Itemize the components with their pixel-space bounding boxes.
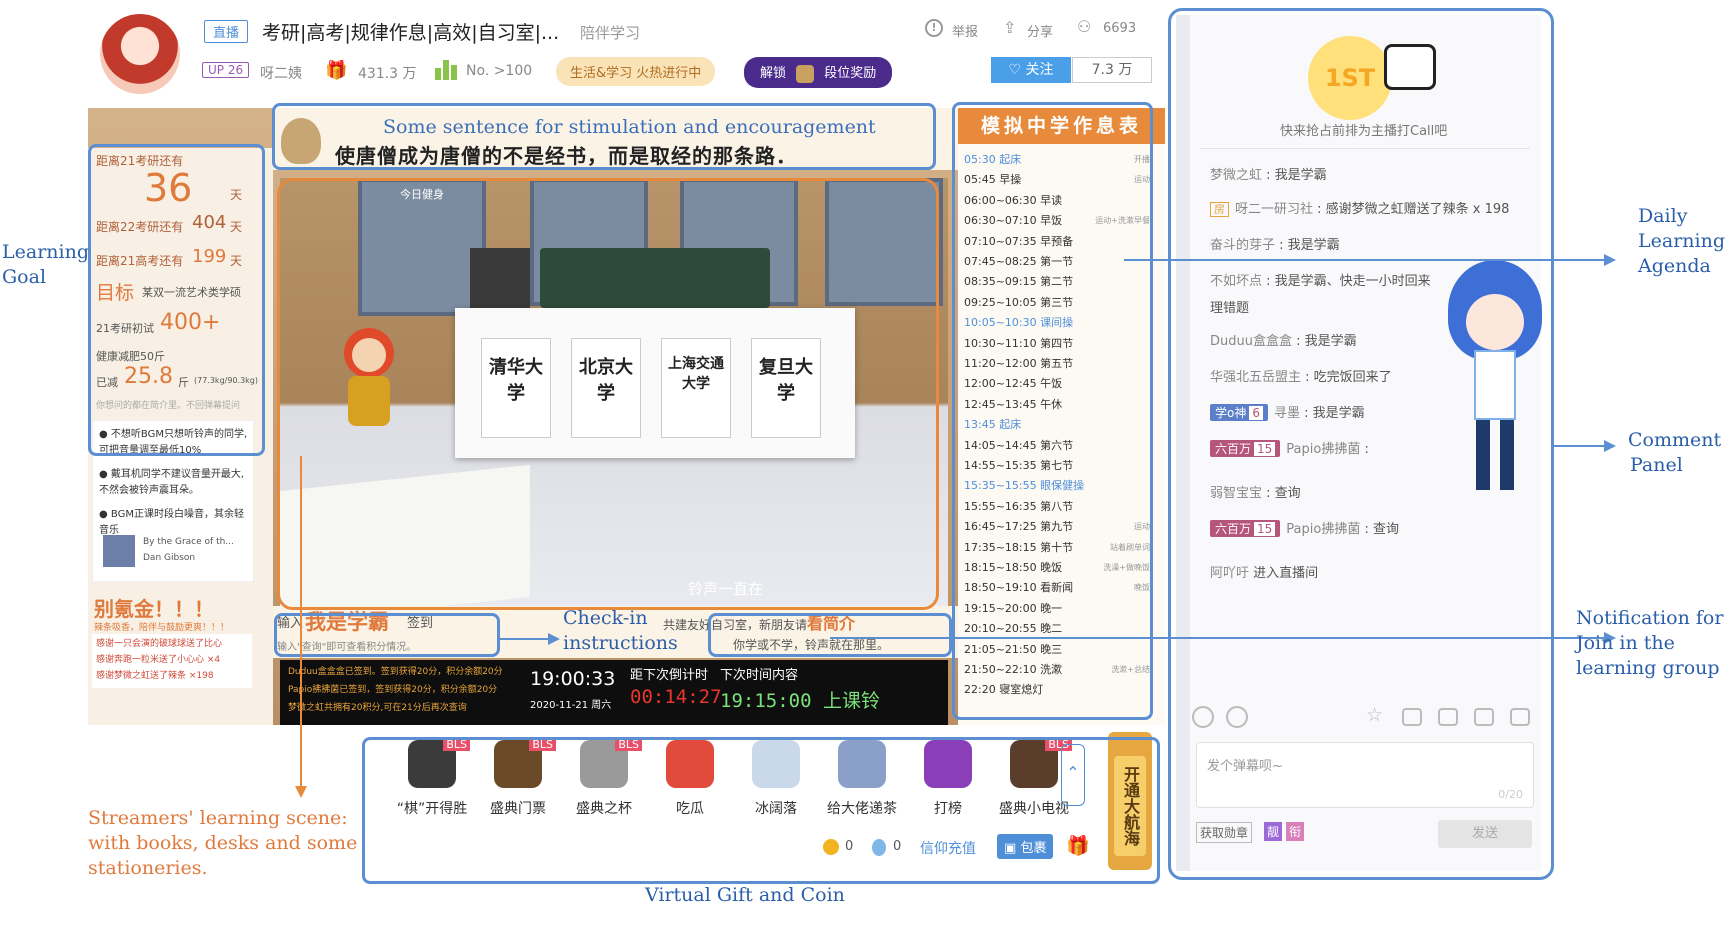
rank-value: No. >100	[466, 63, 533, 79]
gift-value: 431.3 万	[358, 66, 417, 82]
music-artist: Dan Gibson	[143, 553, 196, 563]
checkin-connector	[500, 638, 552, 640]
agenda-arrow	[1604, 254, 1616, 266]
annotation-learning-goal-line2: Goal	[2, 266, 47, 288]
room-title: 考研|高考|规律作息|高效|自习室|...	[262, 22, 560, 44]
activity-pill[interactable]: 生活&学习 火热进行中	[556, 57, 716, 86]
unlock-label: 解锁	[760, 66, 787, 81]
medal-icon	[796, 64, 815, 83]
learning-goal-box	[88, 144, 265, 456]
heart-icon: ♡	[1008, 62, 1022, 78]
cheer-text: 别氪金！！！	[94, 597, 214, 621]
viewers-icon: ⚇	[1077, 17, 1092, 36]
annotation-notification-line3: learning group	[1576, 657, 1720, 679]
viewer-count: 6693	[1103, 21, 1137, 36]
annotation-learning-goal: Learning Goal	[2, 240, 89, 290]
annotation-notification-line2: Join in the	[1576, 632, 1675, 654]
share-button[interactable]: 分享	[1027, 21, 1053, 40]
music-title: By the Grace of th...	[143, 537, 234, 547]
tip-3-text: BGM正课时段白噪音，其余轻音乐	[99, 509, 244, 536]
countdown-value: 00:14:27	[630, 686, 722, 708]
unlock-reward-button[interactable]: 解锁 段位奖励	[744, 57, 893, 88]
annotation-comment-panel: Comment Panel	[1628, 428, 1721, 478]
thanks-2: 感谢奔跑一粒米送了小心心 ×4	[96, 655, 221, 665]
next-value: 19:15:00 上课铃	[720, 690, 880, 712]
report-button[interactable]: 举报	[952, 21, 978, 40]
scene-connector	[300, 456, 302, 788]
annotation-comment-line2: Panel	[1630, 454, 1683, 476]
annotation-checkin-line1: Check-in	[563, 607, 648, 629]
cheer-sub: 辣条吸香，陪伴与鼓励更爽！！！	[94, 623, 230, 633]
annotation-checkin-line2: instructions	[563, 632, 678, 654]
report-icon[interactable]: !	[925, 19, 943, 37]
annotation-gift: Virtual Gift and Coin	[645, 884, 845, 906]
tip-2: ● 戴耳机同学不建议音量开最大,不然会被铃声震耳朵。	[99, 469, 245, 496]
share-icon[interactable]: ⇪	[1003, 18, 1016, 37]
up-level-badge: UP 26	[202, 62, 250, 78]
clock-time: 19:00:33	[530, 668, 616, 690]
comment-arrow	[1604, 440, 1616, 452]
checkin-arrow	[548, 633, 560, 645]
streamer-name[interactable]: 呀二姨	[260, 63, 302, 83]
live-tag: 直播	[204, 20, 249, 43]
thanks-1: 感谢一只会演的破球球送了比心	[96, 639, 223, 649]
annotation-scene-line1: Streamers' learning scene:	[88, 807, 348, 829]
follower-count: 7.3 万	[1072, 57, 1152, 83]
unlock-reward-label: 段位奖励	[824, 66, 877, 81]
countdown-label: 距下次倒计时	[630, 668, 709, 683]
annotation-notification: Notification for Join in the learning gr…	[1576, 606, 1723, 681]
annotation-scene-line3: stationeries.	[88, 857, 208, 879]
log-3: 梦微之虹共拥有20积分,可在21分后再次查询	[288, 703, 467, 713]
comment-panel-box	[1168, 8, 1554, 880]
rank-icon	[435, 60, 457, 80]
annotation-scene-line2: with books, desks and some	[88, 832, 358, 854]
room-subtitle: 陪伴学习	[580, 24, 641, 42]
agenda-connector	[1124, 259, 1612, 261]
learning-scene-box	[277, 178, 939, 610]
annotation-checkin: Check-in instructions	[563, 606, 678, 656]
schedule-box	[952, 102, 1153, 720]
tip-2-text: 戴耳机同学不建议音量开最大,不然会被铃声震耳朵。	[99, 469, 245, 496]
annotation-learning-goal-line1: Learning	[2, 241, 89, 263]
checkin-box	[274, 613, 500, 657]
stream-info-bar: Duduu盒盒盒已签到。签到获得20分，积分余额20分 Papio拂拂菌已签到，…	[280, 660, 948, 725]
thanks-3: 感谢梦微之虹送了辣条 ×198	[96, 671, 214, 681]
gift-icon: 🎁	[325, 60, 348, 81]
annotation-notification-line1: Notification for	[1576, 607, 1724, 629]
log-2: Papio拂拂菌已签到，签到获得20分，积分余额20分	[288, 685, 498, 695]
follow-button[interactable]: ♡ 关注	[991, 57, 1071, 83]
next-label: 下次时间内容	[720, 668, 799, 683]
annotation-daily-agenda: Daily Learning Agenda	[1638, 204, 1725, 279]
log-1: Duduu盒盒盒已签到。签到获得20分，积分余额20分	[288, 667, 503, 677]
annotation-agenda-line2: Learning	[1638, 230, 1725, 252]
thanks-list: 感谢一只会演的破球球送了比心 感谢奔跑一粒米送了小心心 ×4 感谢梦微之虹送了辣…	[92, 634, 252, 688]
clock-date: 2020-11-21 周六	[530, 700, 612, 711]
gift-box	[362, 737, 1160, 884]
streamer-avatar[interactable]	[100, 14, 180, 94]
scene-arrow	[295, 786, 307, 798]
notification-connector	[830, 637, 1612, 639]
album-cover	[103, 535, 135, 567]
follow-label: 关注	[1025, 62, 1054, 78]
annotation-scene: Streamers' learning scene: with books, d…	[88, 806, 357, 881]
annotation-agenda-line3: Agenda	[1638, 255, 1711, 277]
annotation-comment-line1: Comment	[1628, 429, 1722, 451]
motto-box	[272, 103, 936, 170]
notification-box	[708, 613, 952, 657]
annotation-agenda-line1: Daily	[1638, 205, 1688, 227]
